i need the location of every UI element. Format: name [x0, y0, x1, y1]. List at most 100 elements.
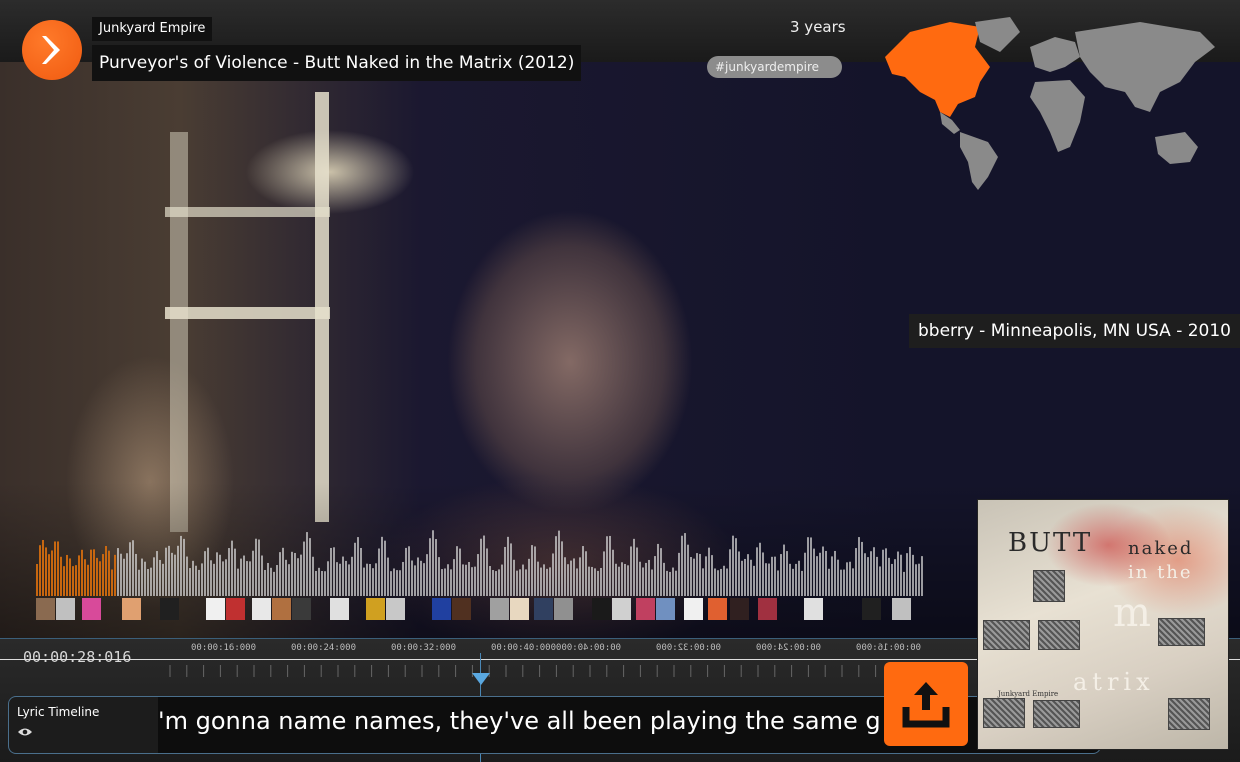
waveform-bar — [540, 567, 542, 596]
waveform-bar — [171, 552, 173, 596]
comment-avatar[interactable] — [252, 598, 271, 620]
comment-avatar[interactable] — [656, 598, 675, 620]
comment-avatar[interactable] — [758, 598, 777, 620]
artist-name[interactable]: Junkyard Empire — [92, 17, 213, 41]
waveform-bar — [627, 565, 629, 596]
lyric-timeline-label: Lyric Timeline — [17, 705, 100, 719]
waveform-bar — [54, 541, 56, 596]
track-title[interactable]: Purveyor's of Violence - Butt Naked in t… — [92, 45, 582, 81]
waveform-bar — [306, 532, 308, 596]
waveform-bar — [123, 558, 125, 596]
waveform-bar — [717, 570, 719, 596]
album-art[interactable]: BUTT naked in the m atrix Junkyard Empir… — [977, 499, 1229, 750]
comment-avatar[interactable] — [612, 598, 631, 620]
waveform-bar — [150, 567, 152, 596]
waveform-bar — [495, 571, 497, 596]
comment-avatar[interactable] — [330, 598, 349, 620]
upload-button[interactable] — [884, 662, 968, 746]
comment-avatar[interactable] — [804, 598, 823, 620]
comment-avatar[interactable] — [122, 598, 141, 620]
waveform-bar — [861, 541, 863, 596]
waveform-bar — [204, 551, 206, 596]
comment-avatar[interactable] — [366, 598, 385, 620]
waveform-bar — [132, 540, 134, 596]
comment-avatar[interactable] — [862, 598, 881, 620]
comment-avatar[interactable] — [730, 598, 749, 620]
album-art-word: in the — [1128, 562, 1193, 583]
comment-avatar[interactable] — [452, 598, 471, 620]
waveform-bar — [327, 561, 329, 596]
waveform-bar — [531, 545, 533, 596]
waveform-bar — [180, 535, 182, 596]
waveform-bar — [57, 541, 59, 596]
comment-avatar[interactable] — [82, 598, 101, 620]
waveform-bar — [777, 570, 779, 596]
comment-avatar[interactable] — [292, 598, 311, 620]
comment-avatar[interactable] — [56, 598, 75, 620]
comment-avatar[interactable] — [554, 598, 573, 620]
comment-avatar[interactable] — [708, 598, 727, 620]
waveform-bar — [183, 538, 185, 596]
waveform-bar — [699, 553, 701, 596]
album-art-word: naked — [1128, 538, 1194, 559]
world-map[interactable] — [880, 12, 1220, 192]
waveform-bar — [828, 568, 830, 596]
hashtag-tag[interactable]: #junkyardempire — [707, 56, 842, 78]
video-background-window — [165, 207, 330, 217]
comment-avatar[interactable] — [386, 598, 405, 620]
waveform-bar — [798, 560, 800, 596]
waveform-bar — [105, 545, 107, 596]
waveform-bar — [249, 561, 251, 596]
audio-waveform[interactable] — [36, 530, 926, 596]
waveform-bar — [705, 556, 707, 596]
comment-avatar[interactable] — [36, 598, 55, 620]
comment-avatar[interactable] — [226, 598, 245, 620]
waveform-bar — [294, 552, 296, 596]
lyric-timeline-panel[interactable]: Lyric Timeline — [8, 696, 159, 754]
waveform-bar — [273, 571, 275, 596]
play-logo-button[interactable] — [22, 20, 82, 80]
comment-avatar[interactable] — [592, 598, 611, 620]
waveform-bar — [873, 547, 875, 596]
comment-avatar[interactable] — [534, 598, 553, 620]
waveform-bar — [219, 554, 221, 596]
waveform-bar — [201, 563, 203, 596]
waveform-bar — [189, 568, 191, 596]
waveform-bar — [435, 539, 437, 596]
waveform-bar — [192, 560, 194, 596]
waveform-bar — [480, 538, 482, 596]
comment-avatar[interactable] — [510, 598, 529, 620]
waveform-bar — [231, 540, 233, 596]
waveform-bar — [402, 561, 404, 596]
waveform-bar — [675, 570, 677, 596]
waveform-bar — [444, 568, 446, 596]
comment-avatar[interactable] — [160, 598, 179, 620]
waveform-bar — [408, 546, 410, 596]
waveform-bar — [759, 542, 761, 596]
comment-avatar[interactable] — [684, 598, 703, 620]
waveform-bar — [393, 568, 395, 596]
comment-avatar[interactable] — [432, 598, 451, 620]
playhead-handle[interactable] — [472, 673, 490, 685]
comment-avatar[interactable] — [892, 598, 911, 620]
waveform-bar — [156, 551, 158, 596]
waveform-bar — [39, 545, 41, 596]
comment-avatar[interactable] — [206, 598, 225, 620]
eye-icon[interactable] — [17, 727, 33, 737]
waveform-bar — [600, 567, 602, 596]
comment-avatar[interactable] — [636, 598, 655, 620]
waveform-bar — [867, 557, 869, 596]
waveform-bar — [396, 570, 398, 596]
waveform-bar — [165, 547, 167, 596]
waveform-bar — [450, 569, 452, 596]
waveform-bar — [846, 562, 848, 596]
waveform-bar — [174, 554, 176, 596]
waveform-bar — [339, 563, 341, 596]
comment-avatar[interactable] — [490, 598, 509, 620]
waveform-bar — [714, 568, 716, 596]
waveform-bar — [441, 569, 443, 596]
waveform-bar — [837, 559, 839, 596]
waveform-bar — [222, 561, 224, 596]
waveform-bar — [474, 566, 476, 596]
comment-avatar[interactable] — [272, 598, 291, 620]
